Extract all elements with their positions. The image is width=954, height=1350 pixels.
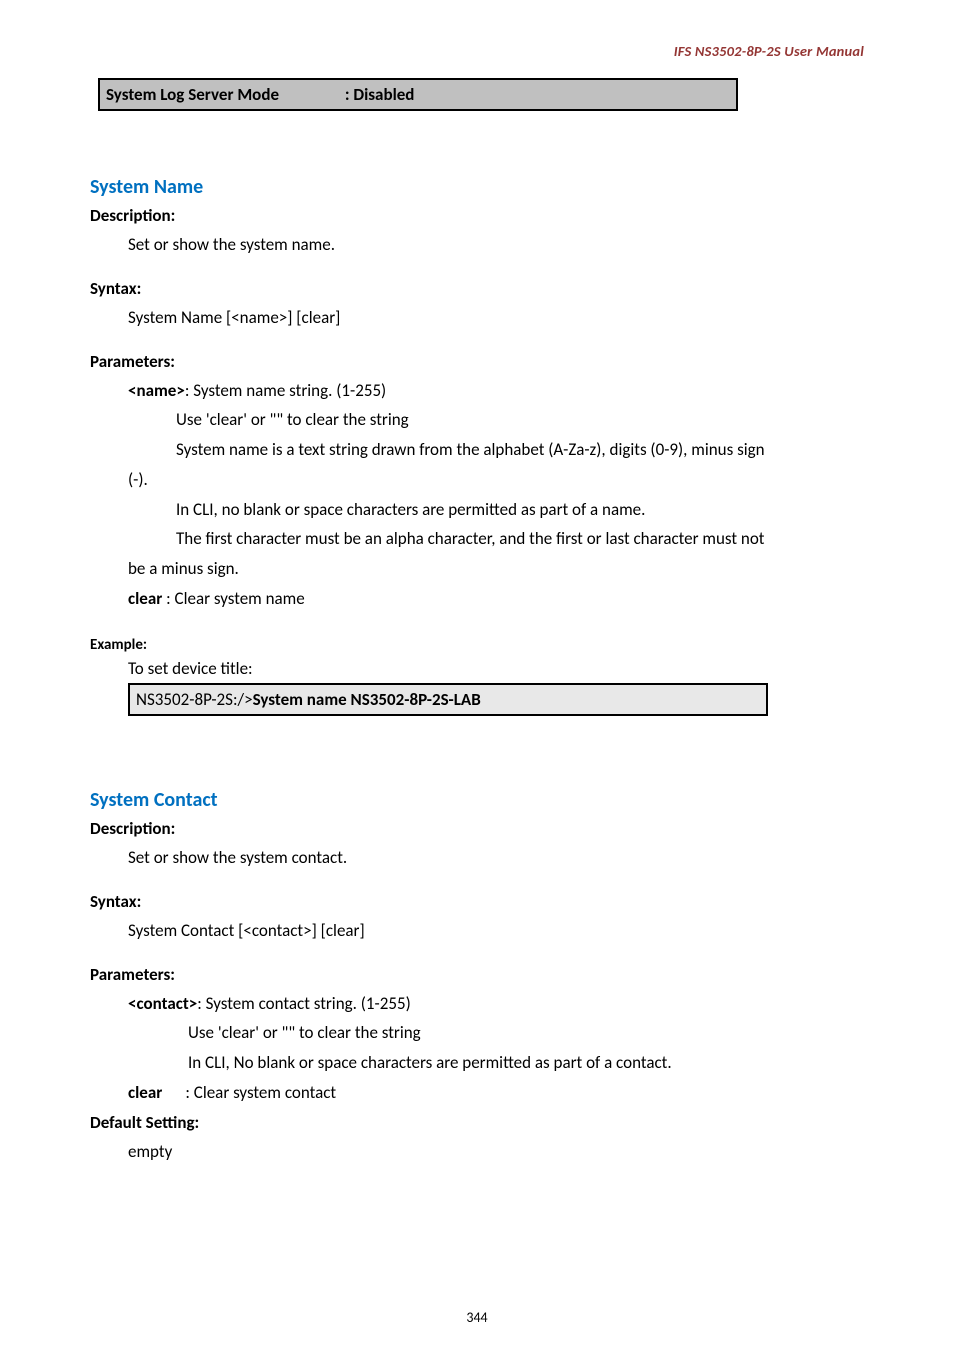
sc-params-label: Parameters: <box>90 964 864 985</box>
sn-description-text: Set or show the system name. <box>90 230 864 260</box>
sc-description-label: Description: <box>90 818 864 839</box>
sn-params-label: Parameters: <box>90 351 864 372</box>
sn-example-text: To set device title: <box>90 656 864 682</box>
sc-default-label: Default Setting: <box>90 1112 864 1133</box>
sc-param-clear-rest: : Clear system contact <box>162 1082 336 1103</box>
sn-param-clear: clear : Clear system name <box>90 584 864 614</box>
sn-param-line4: (-). <box>90 465 864 495</box>
sn-param-name-rest: : System name string. (1-255) <box>185 380 386 401</box>
sn-param-clear-key: clear <box>128 588 162 609</box>
sc-description-text: Set or show the system contact. <box>90 843 864 873</box>
system-name-title: System Name <box>90 175 864 199</box>
sn-example-label: Example: <box>90 636 864 654</box>
sn-example-box-cmd: System name NS3502-8P-2S-LAB <box>253 689 481 710</box>
sc-default-text: empty <box>90 1137 864 1167</box>
sn-param-line7: be a minus sign. <box>90 554 864 584</box>
sn-example-box-prefix: NS3502-8P-2S:/> <box>136 689 253 710</box>
system-contact-title: System Contact <box>90 788 864 812</box>
sn-param-line5: In CLI, no blank or space characters are… <box>90 495 864 525</box>
sn-description-label: Description: <box>90 205 864 226</box>
syslog-mode-box: System Log Server Mode : Disabled <box>98 78 738 111</box>
sn-param-line3: System name is a text string drawn from … <box>90 435 864 465</box>
sn-syntax-text: System Name [<name>] [clear] <box>90 303 864 333</box>
sc-param-contact: <contact>: System contact string. (1-255… <box>90 989 864 1019</box>
doc-header: IFS NS3502-8P-2S User Manual <box>90 42 864 60</box>
sn-syntax-label: Syntax: <box>90 278 864 299</box>
sc-param-line3: In CLI, No blank or space characters are… <box>90 1048 864 1078</box>
syslog-mode-label: System Log Server Mode <box>106 84 341 105</box>
sn-param-line6: The first character must be an alpha cha… <box>90 524 864 554</box>
sn-param-line2: Use 'clear' or "" to clear the string <box>90 405 864 435</box>
sc-param-contact-rest: : System contact string. (1-255) <box>197 993 411 1014</box>
page-number: 344 <box>0 1309 954 1326</box>
sc-param-contact-key: <contact> <box>128 993 197 1014</box>
sn-param-name-key: <name> <box>128 380 185 401</box>
sn-param-name: <name>: System name string. (1-255) <box>90 376 864 406</box>
sc-syntax-text: System Contact [<contact>] [clear] <box>90 916 864 946</box>
sc-param-clear: clear : Clear system contact <box>90 1078 864 1108</box>
sc-param-line2: Use 'clear' or "" to clear the string <box>90 1018 864 1048</box>
sn-param-clear-rest: : Clear system name <box>162 588 304 609</box>
syslog-mode-value: : Disabled <box>345 84 415 105</box>
sc-param-clear-key: clear <box>128 1082 162 1103</box>
sn-example-box: NS3502-8P-2S:/>System name NS3502-8P-2S-… <box>128 683 768 716</box>
sc-syntax-label: Syntax: <box>90 891 864 912</box>
